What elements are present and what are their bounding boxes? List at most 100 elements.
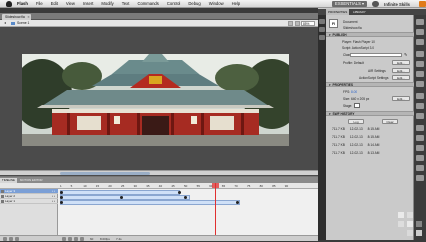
history-date: 12-02-13 <box>349 127 363 131</box>
zoom-select[interactable]: 85% <box>301 21 315 26</box>
frame-rate-readout[interactable]: 8.00fps <box>100 236 110 242</box>
menu-control[interactable]: Control <box>167 1 181 6</box>
properties-section-header[interactable]: ▾ PROPERTIES <box>326 82 414 87</box>
scene-icon <box>11 21 15 25</box>
keyframe[interactable] <box>236 201 239 204</box>
history-row[interactable]: 711.7 KB 12-02-13 8:13 AM <box>332 150 412 156</box>
scrollbar-thumb[interactable] <box>60 172 150 175</box>
tool-icon[interactable] <box>416 165 424 171</box>
profile-edit-button[interactable]: Edit... <box>392 60 410 65</box>
swf-history-section-header[interactable]: ▾ SWF HISTORY <box>326 111 414 116</box>
menu-modify[interactable]: Modify <box>101 1 113 6</box>
fps-value[interactable]: 8.00 <box>351 90 357 94</box>
onion-skin-icon[interactable] <box>68 237 72 241</box>
air-settings-edit-button[interactable]: Edit... <box>392 68 410 73</box>
onion-outline-icon[interactable] <box>74 237 78 241</box>
keyframe[interactable] <box>60 196 63 199</box>
frame-tick-label: 55 <box>196 184 200 188</box>
expand-triangle-icon: ▾ <box>329 33 331 37</box>
keyframe[interactable] <box>178 191 181 194</box>
frame-tick-label: 90 <box>284 184 289 188</box>
tool-icon[interactable] <box>416 175 424 181</box>
tool-icon[interactable] <box>416 51 424 57</box>
clear-button[interactable]: Clear <box>382 119 398 124</box>
menu-debug[interactable]: Debug <box>188 1 200 6</box>
tool-icon[interactable] <box>416 155 424 161</box>
layer-icon <box>1 195 4 198</box>
center-frame-icon[interactable] <box>62 237 66 241</box>
publish-section-header[interactable]: ▾ PUBLISH <box>326 32 414 37</box>
stage-canvas[interactable] <box>22 54 289 146</box>
edit-scene-icon[interactable] <box>288 21 293 26</box>
tool-icon[interactable] <box>416 71 424 77</box>
layer-name: Layer 3 <box>5 189 16 193</box>
class-input[interactable] <box>350 53 402 57</box>
menu-text[interactable]: Text <box>122 1 130 6</box>
search-icon[interactable] <box>372 1 380 7</box>
tool-icon[interactable] <box>416 61 424 67</box>
layer-name: Layer 1 <box>5 199 16 203</box>
tool-icon[interactable] <box>416 19 424 25</box>
layer-visibility-icon[interactable]: • • <box>52 199 55 204</box>
tool-icon[interactable] <box>416 93 424 99</box>
apple-icon[interactable] <box>6 0 12 7</box>
new-layer-icon[interactable] <box>3 237 7 241</box>
frame-tick-label: 70 <box>234 184 238 188</box>
tool-icon[interactable] <box>416 145 424 151</box>
back-arrow-icon[interactable]: ◂ <box>4 21 8 25</box>
frame-tick-label: 30 <box>133 184 137 188</box>
size-edit-button[interactable]: Edit... <box>392 96 410 101</box>
frame-tick-label: 20 <box>108 184 112 188</box>
stage-color-swatch[interactable] <box>354 103 360 108</box>
menu-app-name[interactable]: Flash <box>17 1 28 6</box>
layer-icon <box>1 200 4 203</box>
menu-window[interactable]: Window <box>209 1 224 6</box>
horizontal-scrollbar[interactable] <box>0 170 318 175</box>
scene-breadcrumb[interactable]: Scene 1 <box>11 21 29 26</box>
menu-view[interactable]: View <box>66 1 75 6</box>
current-frame[interactable]: 60 <box>90 236 93 242</box>
history-row[interactable]: 711.7 KB 12-02-13 8:14 AM <box>332 142 412 148</box>
workspace-switcher[interactable]: ESSENTIALS ▾ <box>332 1 368 7</box>
properties-panel: PROPERTIES LIBRARY Fl Document Slideshow… <box>318 8 426 240</box>
playhead[interactable] <box>215 183 216 235</box>
timeline-panel: TIMELINE MOTION EDITOR 1 5 10 15 20 25 30 35 40 4… <box>0 176 318 242</box>
menu-insert[interactable]: Insert <box>83 1 93 6</box>
keyframe[interactable] <box>184 196 187 199</box>
left-tool-strip <box>318 15 326 240</box>
new-folder-icon[interactable] <box>9 237 13 241</box>
menu-commands[interactable]: Commands <box>137 1 158 6</box>
expand-triangle-icon: ▾ <box>329 83 331 87</box>
tool-icon[interactable] <box>319 19 325 24</box>
keyframe[interactable] <box>120 196 123 199</box>
as-settings-edit-button[interactable]: Edit... <box>392 75 410 80</box>
layer-row[interactable]: Layer 1 • • <box>0 199 58 204</box>
tool-icon[interactable] <box>416 39 424 45</box>
tool-icon[interactable] <box>319 35 325 40</box>
tween-span[interactable] <box>60 200 240 205</box>
tool-icon[interactable] <box>416 29 424 35</box>
keyframe[interactable] <box>60 201 63 204</box>
log-button[interactable]: Log <box>348 119 364 124</box>
tool-icon[interactable] <box>416 135 424 141</box>
keyframe[interactable] <box>60 191 63 194</box>
tool-icon[interactable] <box>416 125 424 131</box>
frame-grid[interactable] <box>58 189 318 235</box>
delete-layer-icon[interactable] <box>15 237 19 241</box>
frame-tick-label: 45 <box>171 184 175 188</box>
history-row[interactable]: 711.7 KB 12-02-13 8:15 AM <box>332 134 412 140</box>
tool-icon[interactable] <box>416 81 424 87</box>
menu-file[interactable]: File <box>36 1 43 6</box>
pencil-icon[interactable]: ✎ <box>404 52 407 57</box>
tool-icon[interactable] <box>416 103 424 109</box>
size-value[interactable]: 640 x 205 px <box>351 97 369 101</box>
tool-icon[interactable] <box>416 113 424 119</box>
frame-tick-label: 25 <box>121 184 125 188</box>
history-row[interactable]: 711.7 KB 12-02-13 8:15 AM <box>332 126 412 132</box>
tool-icon[interactable] <box>319 27 325 32</box>
edit-multiple-frames-icon[interactable] <box>80 237 84 241</box>
edit-symbol-icon[interactable] <box>295 21 300 26</box>
menu-help[interactable]: Help <box>232 1 241 6</box>
frame-tick-label: 85 <box>272 184 276 188</box>
menu-edit[interactable]: Edit <box>51 1 58 6</box>
